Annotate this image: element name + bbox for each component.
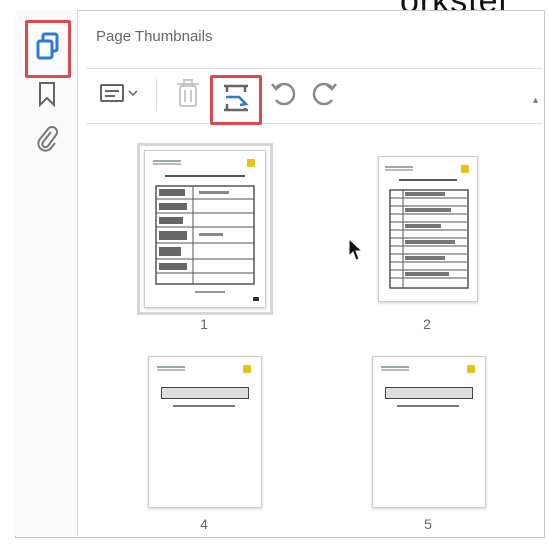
page-thumbnail-4[interactable] [148,356,262,508]
letterhead-logo [385,166,413,168]
page-thumbnails-button[interactable] [25,20,71,78]
section-heading-bar [161,387,249,399]
form-table-preview [389,189,469,289]
logo-mark-icon [243,365,251,373]
rotate-clockwise-icon [310,78,340,113]
thumbnail-options-icon [99,82,141,109]
rotate-counterclockwise-icon [268,78,298,113]
section-heading-bar [385,387,473,399]
page-thumbnails-icon [35,32,61,67]
logo-mark-icon [247,159,255,167]
letterhead-logo [381,366,409,368]
page-number-1: 1 [200,316,208,332]
delete-pages-button[interactable] [172,77,204,113]
page-thumbnail-2[interactable] [378,156,478,302]
bookmarks-button[interactable] [29,78,65,114]
left-navigation-rail [15,10,78,536]
logo-mark-icon [461,165,469,173]
page-thumbnail-5[interactable] [372,356,486,508]
page-number-5: 5 [424,516,432,532]
insert-pages-icon [219,81,253,120]
panel-title: Page Thumbnails [96,28,213,45]
letterhead-logo [153,160,181,162]
insert-pages-button[interactable] [210,75,262,125]
logo-mark-icon [467,365,475,373]
toolbar-separator [156,79,157,111]
thumbnail-options-button[interactable] [96,77,144,113]
delete-page-icon [175,78,201,113]
mouse-cursor-icon [348,237,364,267]
attachment-icon [35,124,59,157]
document-heading-line [399,179,457,181]
page-number-2: 2 [423,316,431,332]
page-number-4: 4 [200,516,208,532]
footer-line [195,291,225,293]
page-corner-mark [253,297,259,301]
toolbar-overflow-icon[interactable]: ▴ [533,95,538,106]
rotate-counterclockwise-button[interactable] [266,77,300,113]
thumbnail-grid: 1 2 4 5 [86,124,542,536]
document-heading-line [165,175,245,177]
section-subtitle-line [173,405,235,407]
attachments-button[interactable] [29,122,65,158]
rotate-clockwise-button[interactable] [308,77,342,113]
page-thumbnail-1[interactable] [137,143,273,315]
form-table-preview [155,185,255,285]
section-subtitle-line [397,405,459,407]
thumbnail-toolbar: ▴ [86,68,542,125]
letterhead-logo [157,366,185,368]
bookmark-icon [37,81,57,112]
